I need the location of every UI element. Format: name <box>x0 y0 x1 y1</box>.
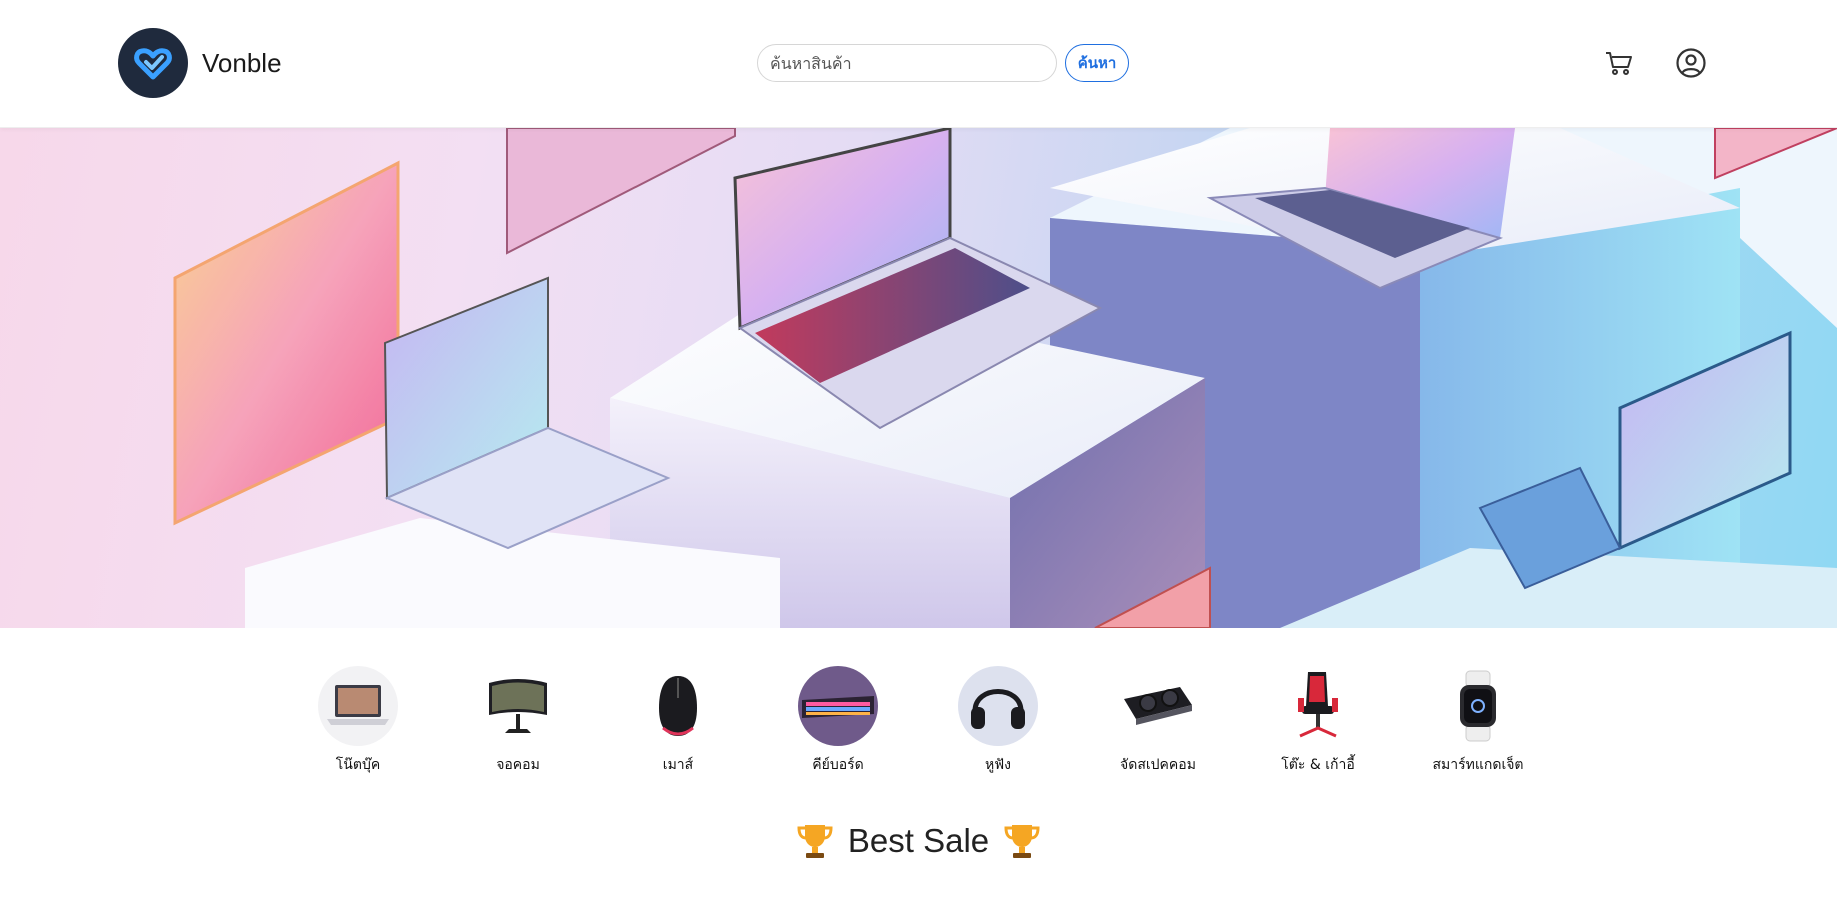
hero-banner-image <box>173 128 1837 628</box>
category-label: หูฟัง <box>985 757 1011 773</box>
category-label: เมาส์ <box>662 757 694 773</box>
best-sale-heading: Best Sale <box>0 822 1837 860</box>
category-label: คีย์บอร์ด <box>812 757 864 773</box>
logo-heart-check-icon <box>134 48 172 80</box>
category-keyboard[interactable]: คีย์บอร์ด <box>768 666 908 776</box>
category-mouse[interactable]: เมาส์ <box>608 666 748 776</box>
category-pc-build[interactable]: จัดสเปคคอม <box>1088 666 1228 776</box>
keyboard-icon <box>798 666 878 746</box>
trophy-icon <box>1004 825 1040 858</box>
cart-button[interactable] <box>1602 46 1636 80</box>
category-monitor[interactable]: จอคอม <box>448 666 588 776</box>
category-notebook[interactable]: โน๊ตบุ๊ค <box>288 666 428 776</box>
category-smart-gadget[interactable]: สมาร์ทแกดเจ็ต <box>1408 666 1548 776</box>
monitor-icon <box>478 666 558 746</box>
headphones-icon <box>958 666 1038 746</box>
mouse-icon <box>638 666 718 746</box>
search-input[interactable] <box>757 44 1057 82</box>
search-button[interactable]: ค้นหา <box>1065 44 1129 82</box>
site-header: Vonble ค้นหา <box>0 0 1837 128</box>
category-desk-chair[interactable]: โต๊ะ & เก้าอี้ <box>1248 666 1388 776</box>
logo[interactable] <box>118 28 188 98</box>
brand-name[interactable]: Vonble <box>202 48 282 79</box>
cart-icon <box>1606 52 1632 75</box>
best-sale-title: Best Sale <box>847 822 990 859</box>
category-label: สมาร์ทแกดเจ็ต <box>1432 757 1524 773</box>
category-label: โต๊ะ & เก้าอี้ <box>1281 757 1355 773</box>
smartwatch-icon <box>1438 666 1518 746</box>
category-headphones[interactable]: หูฟัง <box>928 666 1068 776</box>
category-label: โน๊ตบุ๊ค <box>335 757 381 773</box>
trophy-icon <box>797 825 833 858</box>
graphics-card-icon <box>1118 666 1198 746</box>
gaming-chair-icon <box>1278 666 1358 746</box>
laptop-icon <box>318 666 398 746</box>
category-label: จอคอม <box>496 757 540 773</box>
category-label: จัดสเปคคอม <box>1120 757 1196 773</box>
account-button[interactable] <box>1674 46 1708 80</box>
user-icon <box>1676 48 1706 78</box>
hero-banner[interactable] <box>0 128 1837 628</box>
category-row: โน๊ตบุ๊ค จอคอม เมาส์ คีย์บอร์ด หูฟัง จัด… <box>0 666 1837 776</box>
